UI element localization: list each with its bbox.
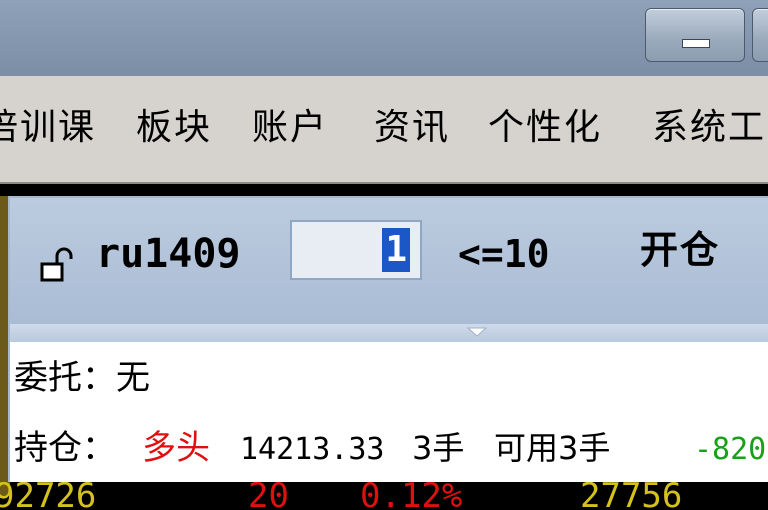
quantity-value: 1 <box>382 228 410 272</box>
entrust-value: 无 <box>116 358 150 398</box>
menu-item-sectors[interactable]: 板块 <box>136 102 212 154</box>
menu-item-account[interactable]: 账户 <box>252 102 328 154</box>
open-position-button[interactable]: 开仓 <box>640 224 720 276</box>
menu-item-personalize[interactable]: 个性化 <box>488 102 602 154</box>
maximize-button[interactable] <box>752 8 768 62</box>
menu-item-news[interactable]: 资讯 <box>374 102 450 154</box>
contract-symbol: ru1409 <box>96 231 241 277</box>
quantity-input[interactable]: 1 <box>290 220 422 280</box>
entrust-label: 委托： <box>14 358 116 398</box>
unlock-icon[interactable] <box>40 246 74 282</box>
position-label: 持仓： <box>14 428 116 468</box>
expand-down-icon[interactable] <box>466 326 488 338</box>
menu-item-system-tools[interactable]: 系统工 <box>652 102 766 154</box>
position-avg-price: 14213.33 <box>240 432 385 467</box>
position-available: 可用3手 <box>494 429 611 467</box>
position-row: 持仓： 多头 14213.33 3手 可用3手 -820 <box>14 424 768 474</box>
title-bar <box>0 0 768 76</box>
menu-bar: 培训课 板块 账户 资讯 个性化 系统工 <box>0 76 768 184</box>
minimize-button[interactable] <box>645 8 745 62</box>
quote-change-percent: 0.12% <box>360 476 463 510</box>
trading-window: 培训课 板块 账户 资讯 个性化 系统工 92726 20 0.12% 2775… <box>0 0 768 510</box>
position-pnl: -820 <box>694 432 767 467</box>
minimize-icon <box>682 39 710 48</box>
position-direction: 多头 <box>142 428 210 468</box>
order-panel-header: ru1409 1 <=10 开仓 <box>10 198 768 328</box>
quote-volume: 92726 <box>0 476 97 510</box>
order-panel: ru1409 1 <=10 开仓 委托：无 持仓： 多头 14213.33 3手… <box>8 196 768 482</box>
quote-change: 20 <box>248 476 289 510</box>
position-lots: 3手 <box>412 429 465 467</box>
panel-divider <box>10 324 768 342</box>
menu-item-training[interactable]: 培训课 <box>0 102 96 154</box>
entrust-row: 委托：无 <box>14 354 150 402</box>
quote-open-interest: 27756 <box>580 476 683 510</box>
quote-row[interactable]: 92726 20 0.12% 27756 <box>0 478 768 510</box>
quantity-limit: <=10 <box>458 232 550 276</box>
